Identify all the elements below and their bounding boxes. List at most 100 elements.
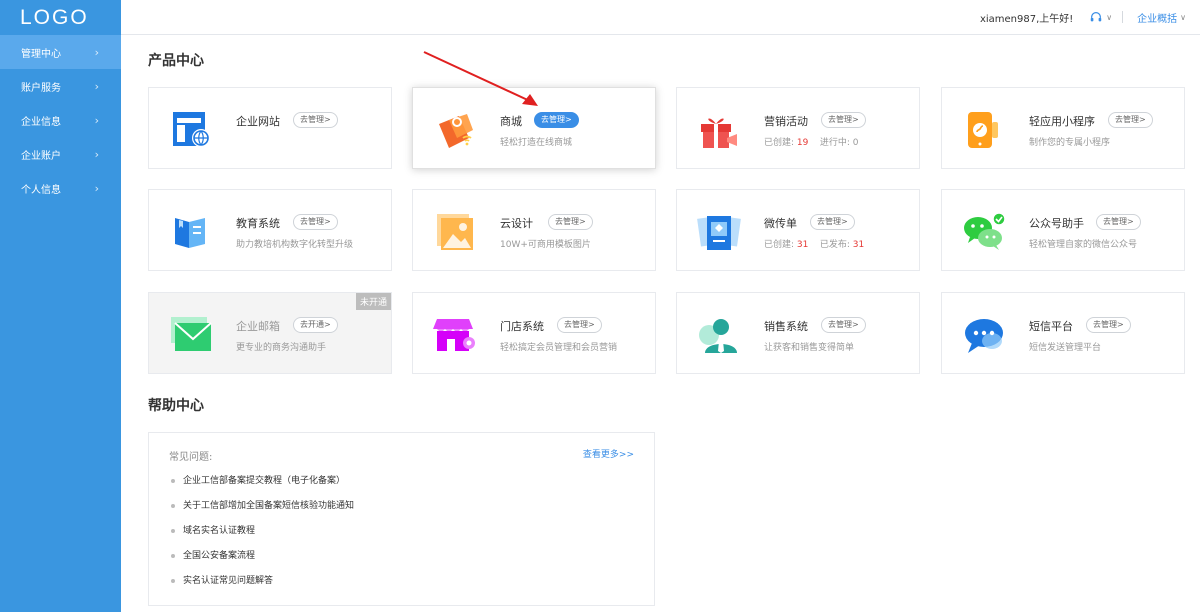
product-name: 云设计 <box>500 217 533 230</box>
wechat-icon <box>964 212 1006 250</box>
manage-button[interactable]: 去管理> <box>1086 317 1131 333</box>
top-header: xiamen987,上午好! ∨ 企业概括 ∨ <box>121 0 1200 35</box>
product-desc: 轻松打造在线商城 <box>500 138 573 148</box>
shopping-tag-icon <box>439 114 473 148</box>
product-card-sales[interactable]: 销售系统 去管理> 让获客和销售变得简单 <box>676 292 920 374</box>
stat-ongoing-label: 进行中: <box>819 138 850 148</box>
sidebar-item-label: 企业信息 <box>21 116 61 128</box>
user-greeting: xiamen987,上午好! <box>979 13 1074 25</box>
stat-created-value: 31 <box>796 240 809 250</box>
sidebar-item-label: 管理中心 <box>21 48 61 60</box>
product-card-enterprise-email[interactable]: 未开通 企业邮箱 去开通> 更专业的商务沟通助手 <box>148 292 392 374</box>
product-name: 轻应用小程序 <box>1029 115 1095 128</box>
sidebar-item-personal-info[interactable]: 个人信息 › <box>0 171 121 205</box>
chevron-right-icon: › <box>94 79 99 93</box>
sidebar-item-label: 个人信息 <box>21 184 61 196</box>
product-desc: 轻松搞定会员管理和会员营销 <box>500 343 618 353</box>
product-name: 商城 <box>500 115 522 128</box>
chevron-right-icon: › <box>94 147 99 161</box>
sidebar-item-company-info[interactable]: 企业信息 › <box>0 103 121 137</box>
product-name: 企业网站 <box>236 115 280 128</box>
stat-created-value: 19 <box>796 138 809 148</box>
product-name: 公众号助手 <box>1029 217 1084 230</box>
chevron-right-icon: › <box>94 181 99 195</box>
product-card-sms[interactable]: 短信平台 去管理> 短信发送管理平台 <box>941 292 1185 374</box>
faq-item[interactable]: 域名实名认证教程 <box>171 525 354 550</box>
product-stats: 已创建: 31 已发布: 31 <box>764 237 864 250</box>
product-desc: 制作您的专属小程序 <box>1029 138 1111 148</box>
manage-button[interactable]: 去管理> <box>810 214 855 230</box>
manage-button[interactable]: 去管理> <box>534 112 579 128</box>
view-more-link[interactable]: 查看更多>> <box>583 447 634 460</box>
product-desc: 轻松管理自家的微信公众号 <box>1029 240 1138 250</box>
header-divider <box>1122 11 1124 23</box>
sidebar-item-company-account[interactable]: 企业账户 › <box>0 137 121 171</box>
product-card-mini-program[interactable]: 轻应用小程序 去管理> 制作您的专属小程序 <box>941 87 1185 169</box>
product-name: 教育系统 <box>236 217 280 230</box>
book-icon <box>175 218 205 248</box>
chevron-right-icon: › <box>94 45 99 59</box>
chevron-down-icon: ∨ <box>1106 12 1113 22</box>
faq-item[interactable]: 实名认证常见问题解答 <box>171 575 354 600</box>
product-center-title: 产品中心 <box>148 53 204 69</box>
product-name: 企业邮箱 <box>236 320 280 333</box>
sidebar-item-label: 账户服务 <box>21 82 61 94</box>
chat-bubble-icon <box>965 319 1003 353</box>
headset-icon <box>1091 12 1102 22</box>
manage-button[interactable]: 去管理> <box>821 317 866 333</box>
logo: LOGO <box>20 6 89 29</box>
sidebar-item-label: 企业账户 <box>21 150 61 162</box>
manage-button[interactable]: 去管理> <box>1108 112 1153 128</box>
product-desc: 让获客和销售变得简单 <box>764 343 855 353</box>
support-menu[interactable]: ∨ <box>1089 10 1112 24</box>
manage-button[interactable]: 去管理> <box>557 317 602 333</box>
manage-button[interactable]: 去管理> <box>821 112 866 128</box>
sidebar-item-management-center[interactable]: 管理中心 › <box>0 35 121 69</box>
stat-created-label: 已创建: <box>764 138 795 148</box>
product-desc: 10W+可商用模板图片 <box>500 240 591 250</box>
chevron-down-icon: ∨ <box>1180 12 1186 22</box>
faq-list: 企业工信部备案提交教程（电子化备案） 关于工信部增加全国备案短信核验功能通知 域… <box>171 475 354 600</box>
product-name: 短信平台 <box>1029 320 1073 333</box>
product-name: 门店系统 <box>500 320 544 333</box>
mail-icon <box>171 317 212 351</box>
product-name: 销售系统 <box>764 320 808 333</box>
product-card-store[interactable]: 门店系统 去管理> 轻松搞定会员管理和会员营销 <box>412 292 656 374</box>
company-overview-label: 企业概括 <box>1137 13 1178 25</box>
not-activated-badge: 未开通 <box>355 293 391 310</box>
salesperson-icon <box>699 319 737 353</box>
faq-item[interactable]: 全国公安备案流程 <box>171 550 354 575</box>
product-card-flyer[interactable]: 微传单 去管理> 已创建: 31 已发布: 31 <box>676 189 920 271</box>
product-stats: 已创建: 19 进行中: 0 <box>764 135 858 148</box>
product-card-education[interactable]: 教育系统 去管理> 助力教培机构数字化转型升级 <box>148 189 392 271</box>
image-icon <box>437 214 473 250</box>
product-card-cloud-design[interactable]: 云设计 去管理> 10W+可商用模板图片 <box>412 189 656 271</box>
stat-published-value: 31 <box>852 240 865 250</box>
manage-button[interactable]: 去管理> <box>548 214 593 230</box>
stat-ongoing-value: 0 <box>852 138 859 148</box>
product-card-official-account[interactable]: 公众号助手 去管理> 轻松管理自家的微信公众号 <box>941 189 1185 271</box>
chevron-right-icon: › <box>94 113 99 127</box>
faq-item[interactable]: 企业工信部备案提交教程（电子化备案） <box>171 475 354 500</box>
product-desc: 短信发送管理平台 <box>1029 343 1102 353</box>
product-card-marketing[interactable]: 营销活动 去管理> 已创建: 19 进行中: 0 <box>676 87 920 169</box>
help-center-title: 帮助中心 <box>148 398 204 414</box>
manage-button[interactable]: 去管理> <box>1096 214 1141 230</box>
faq-item[interactable]: 关于工信部增加全国备案短信核验功能通知 <box>171 500 354 525</box>
faq-panel: 常见问题: 查看更多>> 企业工信部备案提交教程（电子化备案） 关于工信部增加全… <box>148 432 655 606</box>
product-card-mall[interactable]: 商城 去管理> 轻松打造在线商城 <box>412 87 656 169</box>
stat-created-label: 已创建: <box>764 240 795 250</box>
gift-icon <box>701 118 737 148</box>
website-icon <box>173 112 210 147</box>
faq-title: 常见问题: <box>169 452 213 463</box>
company-overview-menu[interactable]: 企业概括 ∨ <box>1137 10 1186 25</box>
product-desc: 助力教培机构数字化转型升级 <box>236 240 354 250</box>
stat-published-label: 已发布: <box>819 240 850 250</box>
product-desc: 更专业的商务沟通助手 <box>236 343 327 353</box>
manage-button[interactable]: 去管理> <box>293 214 338 230</box>
sidebar-item-account-service[interactable]: 账户服务 › <box>0 69 121 103</box>
mini-program-icon <box>968 112 998 148</box>
manage-button[interactable]: 去管理> <box>293 112 338 128</box>
product-card-website[interactable]: 企业网站 去管理> <box>148 87 392 169</box>
activate-button[interactable]: 去开通> <box>293 317 338 333</box>
